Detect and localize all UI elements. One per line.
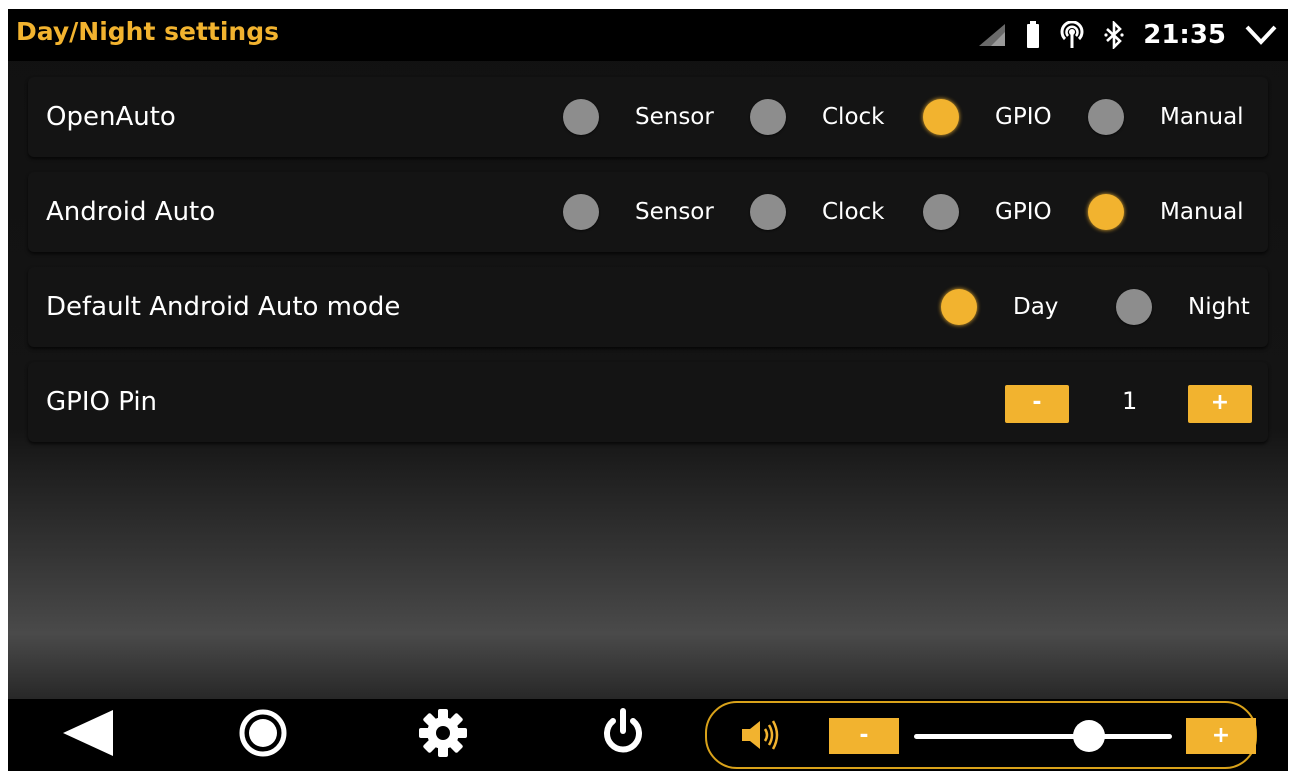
volume-control: - + [705, 701, 1257, 769]
default-mode-option-label: Night [1188, 294, 1250, 320]
gpio-pin-value: 1 [1122, 387, 1138, 415]
android-auto-row: Android Auto Sensor Clock GPIO Manual [28, 172, 1268, 252]
gpio-pin-decrement-button[interactable]: - [1005, 385, 1069, 423]
openauto-option-label: Clock [822, 104, 885, 130]
clock-time: 21:35 [1143, 20, 1226, 50]
default-mode-row: Default Android Auto mode Day Night [28, 267, 1268, 347]
home-button[interactable] [233, 699, 293, 771]
android-auto-option-label: GPIO [995, 199, 1052, 225]
gpio-pin-row: GPIO Pin - 1 + [28, 362, 1268, 442]
android-auto-option-label: Clock [822, 199, 885, 225]
android-auto-option-gpio[interactable]: GPIO [923, 172, 1052, 252]
screen: Day/Night settings 21:35 OpenAuto Sensor… [8, 9, 1288, 771]
default-mode-radio-night[interactable] [1116, 289, 1152, 325]
signal-icon [977, 22, 1007, 48]
android-auto-option-label: Manual [1160, 199, 1244, 225]
settings-button[interactable] [413, 699, 473, 771]
android-auto-radio-sensor[interactable] [563, 194, 599, 230]
volume-icon[interactable] [740, 718, 780, 756]
power-icon [598, 707, 648, 763]
openauto-option-label: GPIO [995, 104, 1052, 130]
android-auto-option-clock[interactable]: Clock [750, 172, 885, 252]
android-auto-radio-manual[interactable] [1088, 194, 1124, 230]
openauto-option-label: Sensor [635, 104, 714, 130]
back-button[interactable] [58, 699, 118, 771]
hotspot-icon [1059, 21, 1085, 49]
battery-icon [1025, 21, 1041, 49]
openauto-option-sensor[interactable]: Sensor [563, 77, 714, 157]
openauto-radio-sensor[interactable] [563, 99, 599, 135]
default-mode-label: Default Android Auto mode [46, 292, 401, 322]
android-auto-option-manual[interactable]: Manual [1088, 172, 1244, 252]
chevron-down-icon[interactable] [1244, 23, 1278, 47]
default-mode-option-label: Day [1013, 294, 1059, 320]
home-icon [238, 708, 288, 762]
openauto-label: OpenAuto [46, 102, 176, 132]
openauto-radio-manual[interactable] [1088, 99, 1124, 135]
android-auto-label: Android Auto [46, 197, 216, 227]
default-mode-radio-day[interactable] [941, 289, 977, 325]
android-auto-option-sensor[interactable]: Sensor [563, 172, 714, 252]
bottom-nav-bar: - + [8, 699, 1288, 771]
top-bar: Day/Night settings 21:35 [8, 9, 1288, 61]
gpio-pin-increment-button[interactable]: + [1188, 385, 1252, 423]
bluetooth-icon [1103, 21, 1125, 49]
volume-slider-track[interactable] [914, 734, 1172, 739]
page-title: Day/Night settings [16, 17, 280, 46]
default-mode-option-day[interactable]: Day [941, 267, 1058, 347]
openauto-option-gpio[interactable]: GPIO [923, 77, 1052, 157]
default-mode-option-night[interactable]: Night [1116, 267, 1250, 347]
openauto-option-label: Manual [1160, 104, 1244, 130]
android-auto-radio-clock[interactable] [750, 194, 786, 230]
power-button[interactable] [593, 699, 653, 771]
volume-decrease-button[interactable]: - [829, 718, 899, 754]
volume-increase-button[interactable]: + [1186, 718, 1256, 754]
openauto-radio-gpio[interactable] [923, 99, 959, 135]
openauto-row: OpenAuto Sensor Clock GPIO Manual [28, 77, 1268, 157]
android-auto-radio-gpio[interactable] [923, 194, 959, 230]
android-auto-option-label: Sensor [635, 199, 714, 225]
gpio-pin-label: GPIO Pin [46, 387, 158, 417]
openauto-option-clock[interactable]: Clock [750, 77, 885, 157]
openauto-radio-clock[interactable] [750, 99, 786, 135]
status-bar: 21:35 [977, 17, 1278, 53]
back-icon [61, 708, 115, 762]
volume-slider-thumb[interactable] [1073, 720, 1106, 752]
openauto-option-manual[interactable]: Manual [1088, 77, 1244, 157]
settings-icon [417, 707, 469, 763]
